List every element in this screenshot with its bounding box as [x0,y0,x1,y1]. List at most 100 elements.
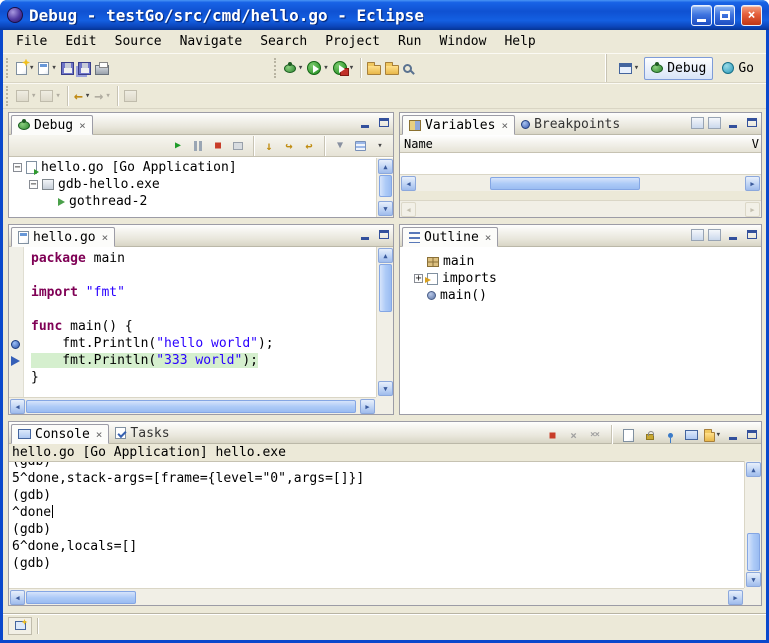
scroll-right-icon[interactable]: ▶ [745,202,760,217]
editor-ruler[interactable] [9,247,24,397]
scrollbar-thumb[interactable] [379,175,392,197]
new-element-button[interactable]: ▾ [36,56,58,80]
resume-button[interactable]: ▶ [169,138,187,154]
terminate-button[interactable]: ■ [209,138,227,154]
debug-tree-item[interactable]: gothread-2 [10,193,376,210]
scroll-down-icon[interactable]: ▼ [378,381,393,396]
save-all-button[interactable] [76,56,93,80]
column-value[interactable]: V [752,137,759,151]
minimize-view-button[interactable] [725,428,740,442]
pin-console-button[interactable] [662,427,679,443]
menu-item-file[interactable]: File [7,32,56,51]
minimize-view-button[interactable] [357,116,372,130]
debug-tree-item[interactable]: −gdb-hello.exe [10,176,376,193]
disconnect-button[interactable] [229,138,247,154]
close-button[interactable]: × [741,5,762,26]
tab-variables[interactable]: Variables × [402,115,515,135]
minimize-view-button[interactable] [725,116,740,130]
close-icon[interactable]: × [100,231,109,244]
dropdown-arrow-icon[interactable]: ▾ [716,430,721,440]
hide-fields-icon[interactable] [708,229,721,241]
remove-all-launches-button[interactable]: ×× [586,427,603,443]
variables-horizontal-scrollbar[interactable]: ◀ ▶ [400,174,761,191]
run-launch-button[interactable]: ▾ [305,56,330,80]
toolbar-gripper[interactable] [274,58,278,78]
toolbar-gripper[interactable] [6,86,10,106]
tab-breakpoints[interactable]: Breakpoints [515,114,626,134]
ruler-line[interactable] [9,319,23,336]
new-wizard-button[interactable]: ▾ [14,56,36,80]
scroll-right-icon[interactable]: ▶ [728,590,743,605]
perspective-debug-button[interactable]: Debug [644,57,713,80]
collapse-all-icon[interactable] [708,117,721,129]
previous-annotation-button[interactable]: ▾ [38,84,62,108]
debug-tree-item[interactable]: −hello.go [Go Application] [10,159,376,176]
variables-column-header[interactable]: Name V [400,135,761,153]
code-line[interactable]: fmt.Println("333 world"); [31,353,376,370]
scrollbar-thumb[interactable] [26,591,136,604]
step-return-button[interactable]: ↩ [300,138,318,154]
code-line[interactable] [31,302,376,319]
scrollbar-thumb[interactable] [379,264,392,312]
drop-to-frame-button[interactable]: ▼ [331,138,349,154]
tab-outline[interactable]: Outline × [402,227,498,247]
code-line[interactable]: package main [31,251,376,268]
dropdown-arrow-icon[interactable]: ▾ [105,91,110,101]
minimize-view-button[interactable] [725,228,740,242]
maximize-view-button[interactable] [376,228,391,242]
search-button[interactable] [401,56,414,80]
show-type-names-icon[interactable] [691,117,704,129]
scroll-right-icon[interactable]: ▶ [745,176,760,191]
close-icon[interactable]: × [94,428,103,441]
menu-item-run[interactable]: Run [389,32,430,51]
minimize-view-button[interactable] [357,228,372,242]
close-icon[interactable]: × [483,231,492,244]
scroll-down-icon[interactable]: ▼ [378,201,393,216]
menu-item-help[interactable]: Help [495,32,544,51]
external-tools-button[interactable]: ▾ [331,56,356,80]
use-step-filters-button[interactable] [351,138,369,154]
scroll-down-icon[interactable]: ▼ [746,572,761,587]
dropdown-arrow-icon[interactable]: ▾ [31,91,36,101]
maximize-view-button[interactable] [744,228,759,242]
breakpoint-marker[interactable] [9,336,23,353]
sort-icon[interactable] [691,229,704,241]
save-button[interactable] [59,56,76,80]
outline-tree[interactable]: main+importsmain() [400,247,761,414]
remove-launch-button[interactable]: × [565,427,582,443]
step-over-button[interactable]: ↪ [280,138,298,154]
menu-item-window[interactable]: Window [430,32,495,51]
column-name[interactable]: Name [404,137,433,151]
toolbar-gripper[interactable] [6,58,10,78]
scrollbar-thumb[interactable] [747,533,760,571]
tab-tasks[interactable]: Tasks [109,423,175,443]
ruler-line[interactable] [9,251,23,268]
scroll-up-icon[interactable]: ▲ [378,159,393,174]
open-perspective-button[interactable]: ▾ [617,56,641,80]
scroll-left-icon[interactable]: ◀ [10,399,25,414]
code-line[interactable]: import "fmt" [31,285,376,302]
tab-console[interactable]: Console × [11,424,109,444]
dropdown-arrow-icon[interactable]: ▾ [29,63,34,73]
terminate-button[interactable]: ■ [544,427,561,443]
suspend-button[interactable] [189,138,207,154]
print-button[interactable] [93,56,111,80]
forward-button[interactable]: →▾ [92,84,112,108]
open-resource-button[interactable] [365,56,383,80]
dropdown-arrow-icon[interactable]: ▾ [298,63,303,73]
collapse-icon[interactable]: − [29,180,38,189]
menu-item-source[interactable]: Source [106,32,171,51]
scroll-right-icon[interactable]: ▶ [360,399,375,414]
console-horizontal-scrollbar[interactable]: ◀ ▶ [9,588,744,605]
back-button[interactable]: ←▾ [72,84,92,108]
editor-code[interactable]: package mainimport "fmt"func main() { fm… [25,247,376,397]
debug-tree[interactable]: −hello.go [Go Application]−gdb-hello.exe… [9,158,376,217]
code-line[interactable] [31,268,376,285]
editor-vertical-scrollbar[interactable]: ▲ ▼ [376,247,393,397]
dropdown-arrow-icon[interactable]: ▾ [323,63,328,73]
maximize-view-button[interactable] [376,116,391,130]
collapse-icon[interactable]: − [13,163,22,172]
debug-launch-button[interactable]: ▾ [282,56,305,80]
console-text[interactable]: (gdb)5^done,stack-args=[frame={level="0"… [9,461,744,588]
variables-disabled-scrollbar[interactable]: ◀ ▶ [400,200,761,217]
